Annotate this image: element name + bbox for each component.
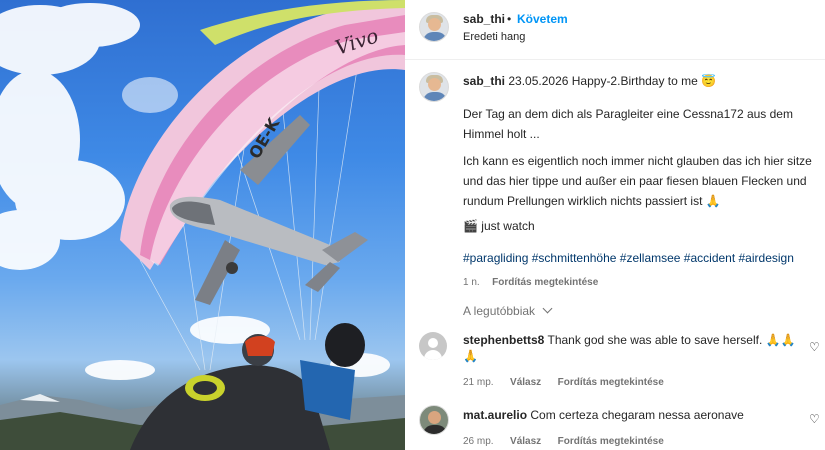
author-avatar[interactable] xyxy=(419,12,449,42)
caption-watch-text: just watch xyxy=(481,219,535,233)
caption-username[interactable]: sab_thi xyxy=(463,74,505,88)
caption-headline: sab_thi 23.05.2026 Happy-2.Birthday to m… xyxy=(463,74,716,88)
praying-hands-emoji: 🙏 xyxy=(705,194,721,208)
header-separator: • xyxy=(507,12,512,26)
comment-1-meta: 21 mp. Válasz Fordítás megtekintése xyxy=(463,372,664,390)
comment-1: stephenbetts8 Thank god she was able to … xyxy=(463,333,796,347)
comment-2-meta: 26 mp. Válasz Fordítás megtekintése xyxy=(463,431,664,449)
caption-hashtags[interactable]: #paragliding #schmittenhöhe #zellamsee #… xyxy=(463,248,813,268)
author-username[interactable]: sab_thi xyxy=(463,12,505,26)
comment-2-reply-button[interactable]: Válasz xyxy=(510,436,541,447)
comment-sort-label: A legutóbbiak xyxy=(463,304,536,318)
clapper-emoji: 🎬 xyxy=(463,219,478,233)
post-header: sab_thi • Követem Eredeti hang xyxy=(405,0,825,60)
paraglider-photo: Vivo OE-K xyxy=(0,0,405,450)
comment-1-reply-button[interactable]: Válasz xyxy=(510,377,541,388)
caption-age[interactable]: 1 n. xyxy=(463,277,480,288)
caption-watch-line: 🎬 just watch xyxy=(463,216,813,236)
caption-meta: 1 n. Fordítás megtekintése xyxy=(463,272,598,290)
comment-1-username[interactable]: stephenbetts8 xyxy=(463,333,544,347)
comment-sort-dropdown[interactable]: A legutóbbiak xyxy=(463,303,553,318)
halo-emoji: 😇 xyxy=(701,74,717,88)
post-media[interactable]: Vivo OE-K xyxy=(0,0,405,450)
like-comment-icon[interactable]: ♡ xyxy=(809,340,820,354)
caption-paragraph-2: Ich kann es eigentlich noch immer nicht … xyxy=(463,151,818,211)
original-audio-link[interactable]: Eredeti hang xyxy=(463,31,525,43)
caption-paragraph-1: Der Tag an dem dich als Paragleiter eine… xyxy=(463,107,793,141)
comment-2-username[interactable]: mat.aurelio xyxy=(463,408,527,422)
caption-translate-link[interactable]: Fordítás megtekintése xyxy=(492,277,598,288)
comment-1-age[interactable]: 21 mp. xyxy=(463,377,494,388)
comment-1-translate-link[interactable]: Fordítás megtekintése xyxy=(558,377,664,388)
caption-date-text: 23.05.2026 Happy-2.Birthday to me xyxy=(508,74,698,88)
chevron-down-icon xyxy=(542,303,553,314)
comment-2-text: Com certeza chegaram nessa aeronave xyxy=(530,408,744,422)
commenter-avatar[interactable] xyxy=(419,405,449,435)
commenter-avatar[interactable] xyxy=(419,332,447,360)
comment-2-age[interactable]: 26 mp. xyxy=(463,436,494,447)
comment-2: mat.aurelio Com certeza chegaram nessa a… xyxy=(463,408,744,422)
caption-author-avatar[interactable] xyxy=(419,72,449,102)
comment-2-translate-link[interactable]: Fordítás megtekintése xyxy=(558,436,664,447)
caption-paragraph-2-text: Ich kann es eigentlich noch immer nicht … xyxy=(463,154,812,208)
like-comment-icon[interactable]: ♡ xyxy=(809,412,820,426)
comment-1-emojis: 🙏🙏 xyxy=(765,333,796,347)
follow-button[interactable]: Követem xyxy=(517,12,568,26)
post-details-panel: sab_thi • Követem Eredeti hang sab_thi 2… xyxy=(405,0,825,450)
comment-1-emoji-line: 🙏 xyxy=(463,349,478,363)
comment-1-text: Thank god she was able to save herself. xyxy=(547,333,763,347)
